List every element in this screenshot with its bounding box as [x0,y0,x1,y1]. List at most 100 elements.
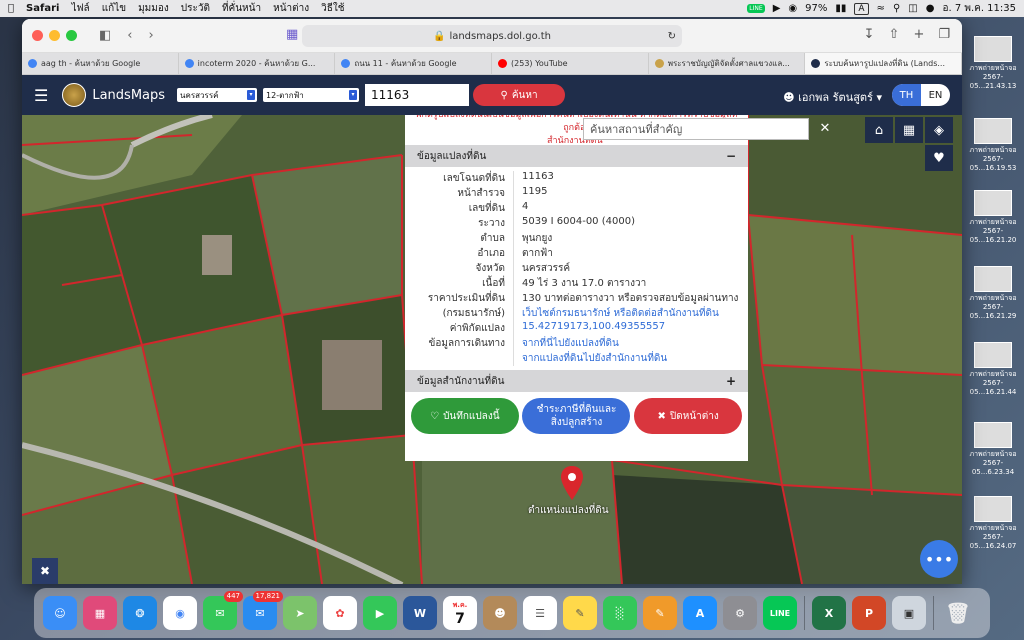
desktop-screenshot-file[interactable]: ภาพถ่ายหน้าจอ 2567-05...21.43.13 [964,36,1022,91]
app-store-app-icon[interactable]: A [683,596,717,630]
office-section-header[interactable]: ข้อมูลสำนักงานที่ดิน + [405,370,748,392]
apple-menu-icon[interactable]:  [8,3,14,14]
province-select[interactable]: นครสวรรค์ ▾ [177,88,258,102]
landmark-search-input[interactable]: ค้นหาสถานที่สำคัญ [583,118,809,140]
detail-value: 11163 [513,171,748,186]
word-app-icon[interactable]: W [403,596,437,630]
contacts-app-icon[interactable]: ☻ [483,596,517,630]
route-to-office-link[interactable]: จากแปลงที่ดินไปยังสำนักงานที่ดิน [513,351,748,366]
district-select[interactable]: 12-ตากฟ้า ▾ [263,88,360,102]
finder-app-icon[interactable]: ☺ [43,596,77,630]
control-center-icon[interactable]: ◫ [908,3,917,14]
tab-google-road[interactable]: ถนน 11 - ค้นหาด้วย Google [335,53,493,74]
input-source-indicator[interactable]: A [854,2,869,15]
excel-app-icon[interactable]: X [812,596,846,630]
favorites-button[interactable]: ♥ [925,145,953,171]
pages-app-icon[interactable]: ✎ [643,596,677,630]
headphones-icon[interactable]: ◉ [788,3,797,14]
trash-icon[interactable]: 🗑 [941,596,975,630]
line-app-icon[interactable]: LINE [763,596,797,630]
calendar-app-icon[interactable]: พ.ค. 7 [443,596,477,630]
wifi-icon[interactable]: ≈ [877,3,885,14]
desktop-screenshot-file[interactable]: ภาพถ่ายหน้าจอ 2567-05...16.21.20 [964,190,1022,245]
notes-app-icon[interactable]: ✎ [563,596,597,630]
desktop-screenshot-file[interactable]: ภาพถ่ายหน้าจอ 2567-05...16.19.53 [964,118,1022,173]
reminders-app-icon[interactable]: ☰ [523,596,557,630]
lang-th-button[interactable]: TH [892,84,921,106]
mail-app-icon[interactable]: ✉ 17,821 [243,591,283,630]
menu-edit[interactable]: แก้ไข [102,1,126,16]
route-to-parcel-link[interactable]: จากที่นี่ไปยังแปลงที่ดิน [513,336,748,351]
preview-app-icon[interactable]: ▣ [892,596,926,630]
app-menu-safari[interactable]: Safari [26,3,59,14]
clock[interactable]: อ. 7 พ.ค. 11:35 [942,1,1016,16]
menu-window[interactable]: หน้าต่าง [273,1,309,16]
forward-icon[interactable]: › [149,28,154,43]
tab-google-incoterm[interactable]: incoterm 2020 - ค้นหาด้วย G... [179,53,336,74]
new-tab-icon[interactable]: + [913,27,924,42]
safari-app-icon[interactable]: ❂ [123,596,157,630]
search-button[interactable]: ⚲ ค้นหา [473,84,566,106]
play-icon[interactable]: ▶ [773,3,781,14]
menu-file[interactable]: ไฟล์ [71,1,89,16]
layers-button[interactable]: ◈ [925,117,953,143]
tools-button[interactable]: ✖ [32,558,58,584]
download-icon[interactable]: ↧ [864,27,875,42]
parcel-section-header[interactable]: ข้อมูลแปลงที่ดิน − [405,145,748,167]
share-icon[interactable]: ⇧ [889,27,900,42]
treasury-website-link[interactable]: เว็บไซต์กรมธนารักษ์ หรือติดต่อสำนักงานที… [513,306,748,321]
tab-court-act[interactable]: พระราชบัญญัติจัดตั้งศาลแขวงแล... [649,53,806,74]
desktop-screenshot-file[interactable]: ภาพถ่ายหน้าจอ 2567-05...16.21.44 [964,342,1022,397]
grid-map-button[interactable]: ▦ [895,117,923,143]
sidebar-toggle-icon[interactable]: ◧ [99,28,111,43]
menu-view[interactable]: มุมมอง [138,1,169,16]
detail-row: อำเภอ ตากฟ้า [405,246,748,261]
search-icon[interactable]: ⚲ [893,3,900,14]
pay-land-tax-button[interactable]: ชำระภาษีที่ดินและ สิ่งปลูกสร้าง [522,398,631,434]
launchpad-app-icon[interactable]: ▦ [83,596,117,630]
hamburger-menu-icon[interactable]: ☰ [34,86,48,105]
tabs-overview-icon[interactable]: ❐ [938,27,950,42]
facetime-app-icon[interactable]: ▶ [363,596,397,630]
tab-youtube[interactable]: (253) YouTube [492,53,649,74]
landmark-search-close-button[interactable]: ✕ [814,118,836,140]
menu-bookmarks[interactable]: ที่คั่นหน้า [222,1,261,16]
siri-icon[interactable]: ● [926,3,935,14]
home-icon: ⌂ [874,122,884,138]
system-preferences-app-icon[interactable]: ⚙ [723,596,757,630]
close-window-button[interactable] [32,30,43,41]
battery-icon[interactable]: ▮▮ [835,3,846,14]
coordinates-link[interactable]: 15.42719173,100.49355557 [513,321,748,336]
desktop-screenshot-file[interactable]: ภาพถ่ายหน้าจอ 2567-05...16.24.07 [964,496,1022,551]
reload-icon[interactable]: ↻ [668,31,676,42]
messages-app-icon[interactable]: ✉ 447 [203,591,243,630]
line-status-icon[interactable]: LINE [747,4,765,13]
tab-landsmaps[interactable]: ระบบค้นหารูปแปลงที่ดิน (Lands... [805,53,962,74]
zoom-window-button[interactable] [66,30,77,41]
parcel-number-input[interactable]: 11163 [365,84,470,106]
battery-percent[interactable]: 97% [805,3,827,14]
user-menu[interactable]: ☻ เอกพล รัตนสูตร์ ▾ [783,88,882,106]
more-options-button[interactable]: ••• [920,540,958,578]
close-popup-button[interactable]: ✖ ปิดหน้าต่าง [634,398,743,434]
address-bar[interactable]: 🔒 landsmaps.dol.go.th ↻ [302,25,682,47]
desktop-screenshot-file[interactable]: ภาพถ่ายหน้าจอ 2567-05...16.21.29 [964,266,1022,321]
minimize-window-button[interactable] [49,30,60,41]
lang-en-button[interactable]: EN [921,84,950,106]
chrome-app-icon[interactable]: ◉ [163,596,197,630]
save-parcel-button[interactable]: ♡ บันทึกแปลงนี้ [410,398,519,434]
map-pin-marker[interactable] [561,466,583,504]
home-map-button[interactable]: ⌂ [865,117,893,143]
photos-app-icon[interactable]: ✿ [323,596,357,630]
tab-overview-grid-icon[interactable]: ▦ [286,27,298,42]
maps-app-icon[interactable]: ➤ [283,596,317,630]
menu-history[interactable]: ประวัติ [181,1,210,16]
menu-help[interactable]: วิธีใช้ [321,1,344,16]
calendar-month: พ.ค. [452,600,468,609]
desktop-screenshot-file[interactable]: ภาพถ่ายหน้าจอ 2567-05...6.23.34 [964,422,1022,477]
numbers-app-icon[interactable]: ░ [603,596,637,630]
file-time: 2567-05...21.43.13 [969,73,1017,90]
back-icon[interactable]: ‹ [127,28,132,43]
powerpoint-app-icon[interactable]: P [852,596,886,630]
tab-google-aag[interactable]: aag th - ค้นหาด้วย Google [22,53,179,74]
